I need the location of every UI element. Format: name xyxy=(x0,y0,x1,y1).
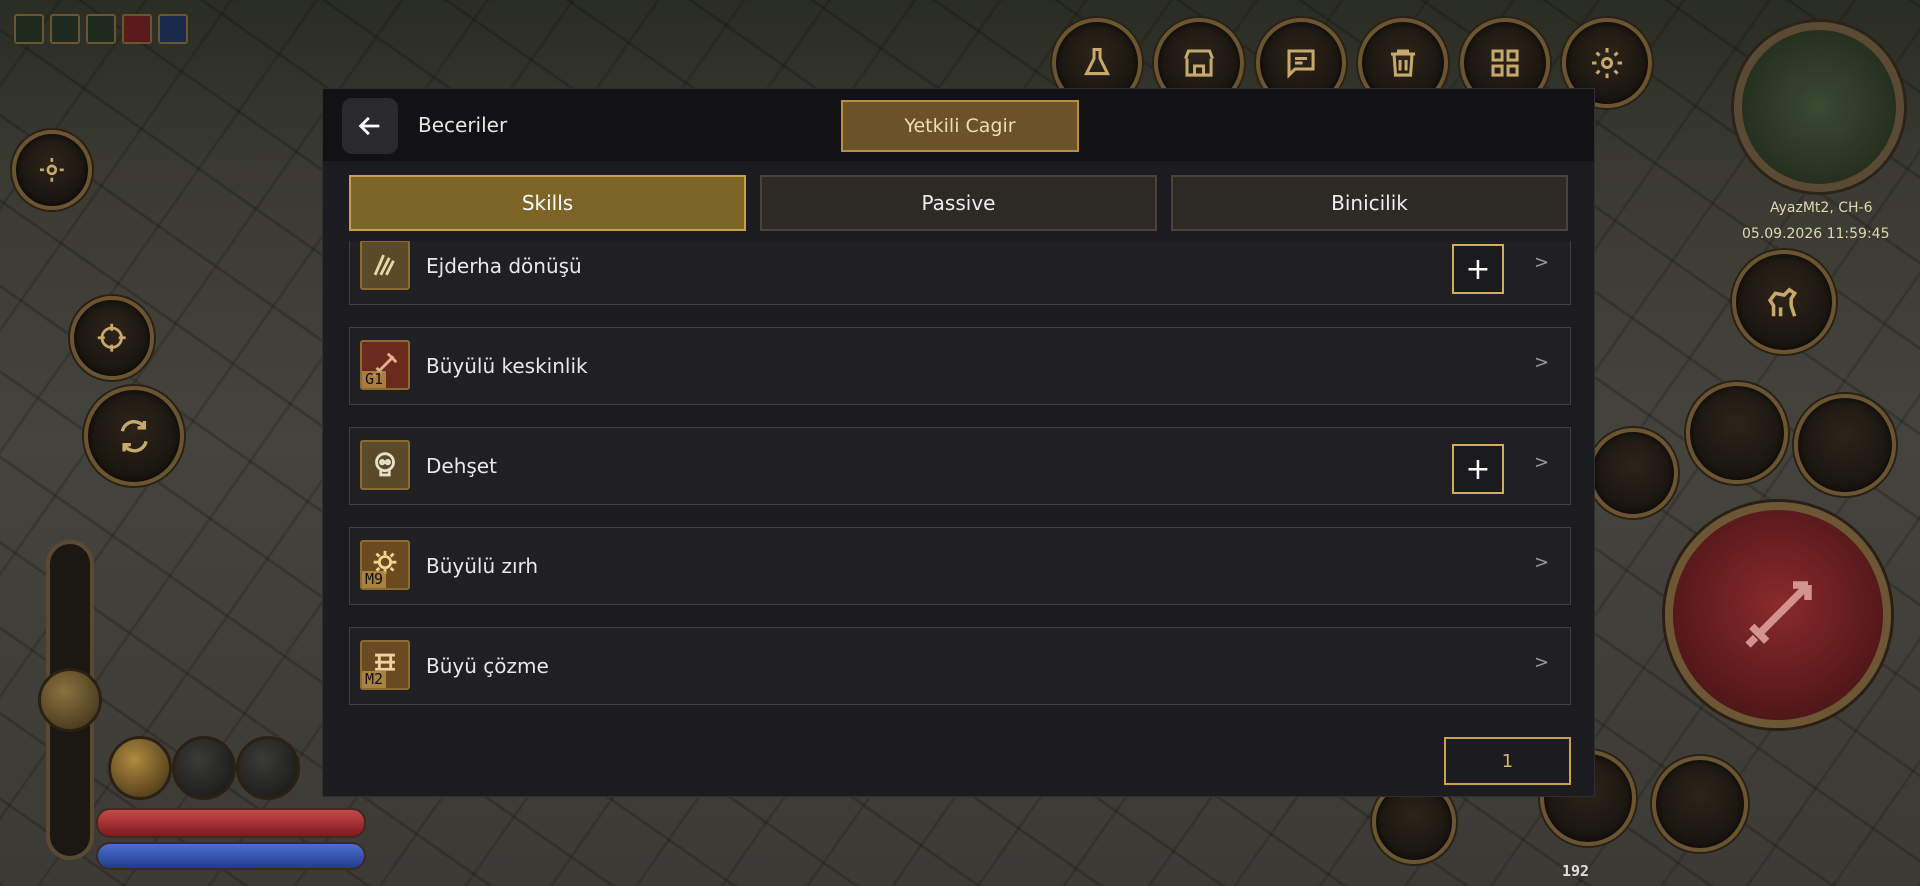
upgrade-plus-button[interactable]: + xyxy=(1452,444,1504,494)
skill-grade-badge: G1 xyxy=(362,371,387,388)
skill-slot-claw-icon[interactable] xyxy=(1794,394,1896,496)
skill-grade-badge: M9 xyxy=(362,571,387,588)
dialog-header: Beceriler Yetkili Cagir xyxy=(323,89,1594,161)
exp-orb-1 xyxy=(108,736,172,800)
target-icon[interactable] xyxy=(70,296,154,380)
mp-bar xyxy=(96,842,366,870)
enchanted-blade-icon: G1 xyxy=(360,340,410,390)
skull-icon xyxy=(360,440,410,490)
chevron-right-icon[interactable]: > xyxy=(1534,452,1549,473)
upgrade-plus-button[interactable]: + xyxy=(1452,244,1504,294)
buff-icon-3 xyxy=(86,14,116,44)
skill-grade-badge: M2 xyxy=(362,671,387,688)
skills-dialog: Beceriler Yetkili Cagir Skills Passive B… xyxy=(322,88,1595,797)
minimap[interactable] xyxy=(1734,22,1904,192)
arrow-left-icon xyxy=(358,116,380,136)
skill-row-zirh[interactable]: M9 Büyülü zırh > xyxy=(349,527,1571,605)
switch-target-icon[interactable] xyxy=(84,386,184,486)
skill-name: Büyü çözme xyxy=(426,654,549,678)
skill-name: Dehşet xyxy=(426,454,497,478)
back-button[interactable] xyxy=(342,98,398,154)
call-gm-button[interactable]: Yetkili Cagir xyxy=(841,100,1079,152)
buff-icon-2 xyxy=(50,14,80,44)
zoom-slider-knob[interactable] xyxy=(38,668,102,732)
skill-slot-dragon-icon[interactable] xyxy=(1588,428,1678,518)
page-number-box[interactable]: 1 xyxy=(1444,737,1571,785)
skill-list[interactable]: Ejderha dönüşü + > G1 Büyülü keskinlik >… xyxy=(349,241,1571,706)
exp-orb-2 xyxy=(172,736,236,800)
buff-icon-4 xyxy=(122,14,152,44)
chevron-right-icon[interactable]: > xyxy=(1534,252,1549,273)
chevron-right-icon[interactable]: > xyxy=(1534,652,1549,673)
buff-icon-1 xyxy=(14,14,44,44)
skill-row-dehset[interactable]: Dehşet + > xyxy=(349,427,1571,505)
skill-row-cozme[interactable]: M2 Büyü çözme > xyxy=(349,627,1571,705)
skill-name: Ejderha dönüşü xyxy=(426,254,582,278)
datetime-text: 05.09.2026 11:59:45 xyxy=(1742,226,1890,242)
tab-passive[interactable]: Passive xyxy=(760,175,1157,231)
level-number: 192 xyxy=(1562,862,1590,880)
buff-icon-5 xyxy=(158,14,188,44)
hp-bar xyxy=(96,808,366,838)
attack-sword-button[interactable] xyxy=(1665,502,1891,728)
exp-orb-3 xyxy=(236,736,300,800)
chevron-right-icon[interactable]: > xyxy=(1534,552,1549,573)
magic-armor-icon: M9 xyxy=(360,540,410,590)
left-settings-icon[interactable] xyxy=(12,130,92,210)
dragon-claw-icon xyxy=(360,241,410,290)
server-channel-text: AyazMt2, CH-6 xyxy=(1770,200,1873,216)
skill-slot-ring-icon[interactable] xyxy=(1686,382,1788,484)
dialog-title: Beceriler xyxy=(418,113,508,137)
chevron-right-icon[interactable]: > xyxy=(1534,352,1549,373)
mount-horse-icon[interactable] xyxy=(1732,250,1836,354)
dispel-icon: M2 xyxy=(360,640,410,690)
tab-binicilik[interactable]: Binicilik xyxy=(1171,175,1568,231)
skill-name: Büyülü keskinlik xyxy=(426,354,588,378)
skill-row-keskinlik[interactable]: G1 Büyülü keskinlik > xyxy=(349,327,1571,405)
tab-skills[interactable]: Skills xyxy=(349,175,746,231)
skill-row-ejderha[interactable]: Ejderha dönüşü + > xyxy=(349,241,1571,305)
quick-slot-potion-icon[interactable] xyxy=(1652,756,1748,852)
skill-name: Büyülü zırh xyxy=(426,554,539,578)
